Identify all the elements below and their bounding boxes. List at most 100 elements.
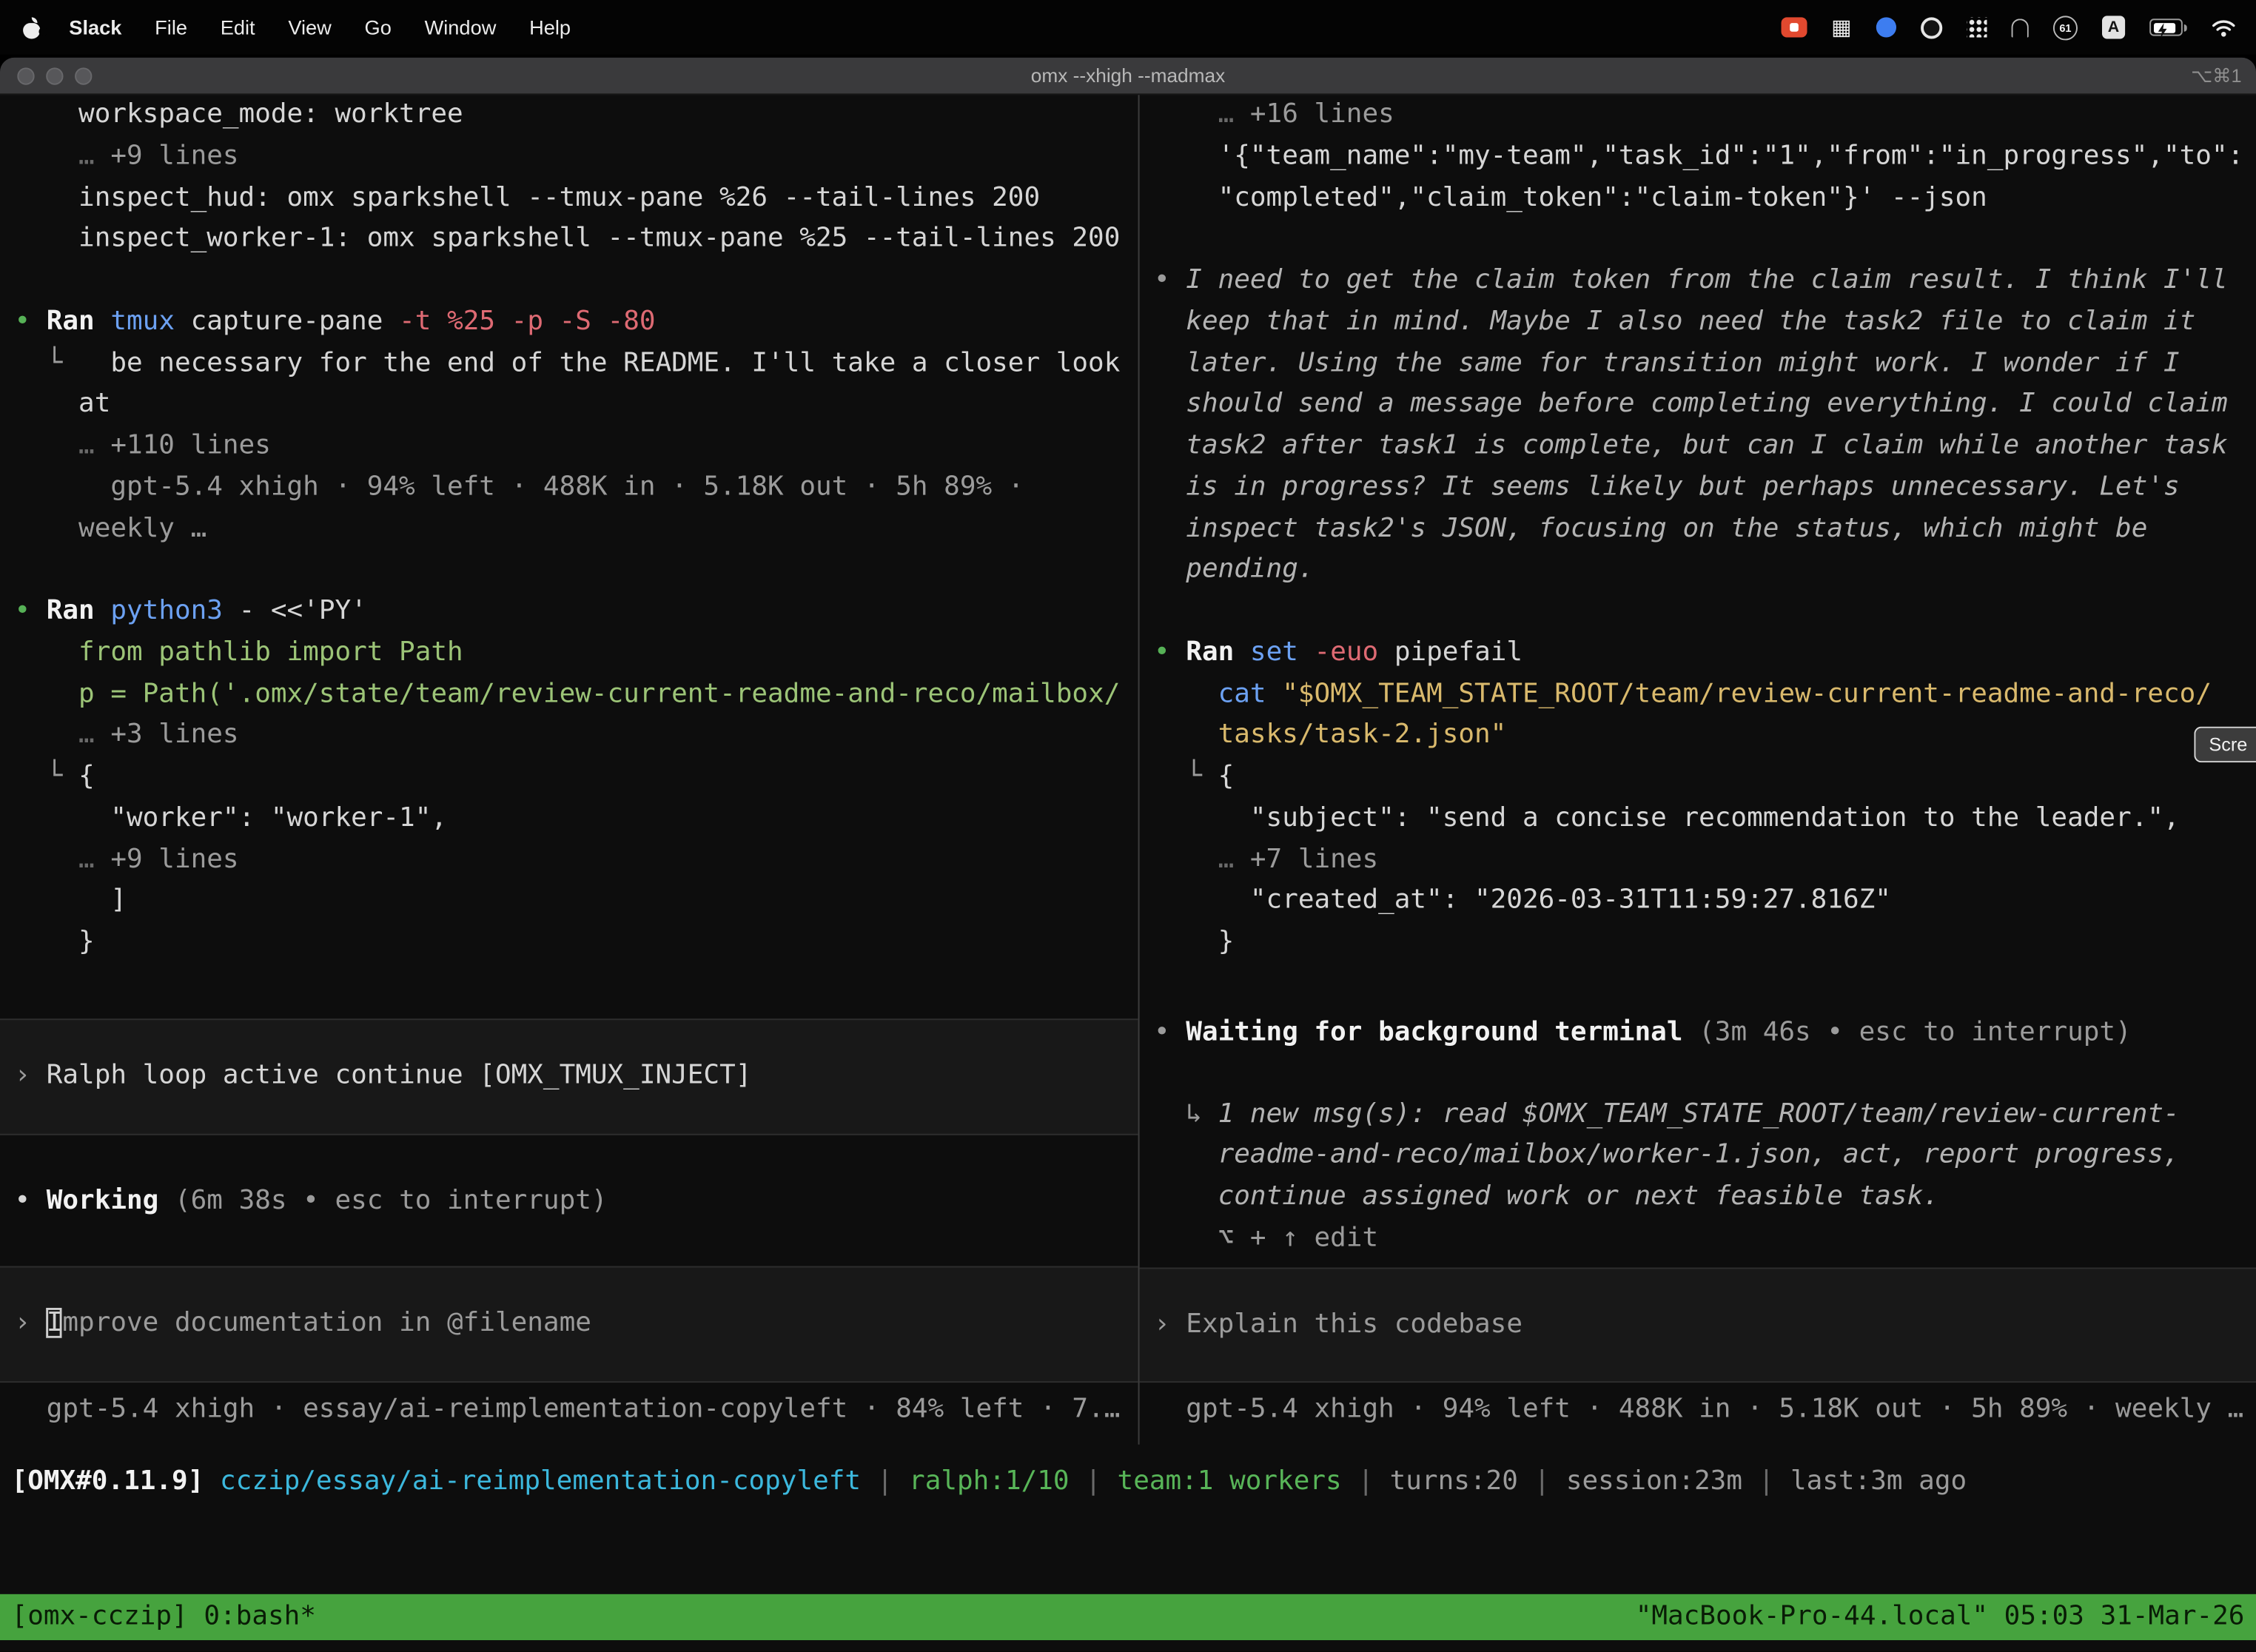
tmux-status-bar: [omx-cczip] 0:bash* "MacBook-Pro-44.loca… — [0, 1594, 2256, 1640]
terminal-line: at — [14, 385, 1124, 426]
terminal-line: ] — [14, 881, 1124, 922]
composer-input[interactable]: › Explain this codebase — [1140, 1267, 2256, 1383]
spacer — [14, 1135, 1124, 1181]
terminal-line: cat "$OMX_TEAM_STATE_ROOT/team/review-cu… — [1154, 674, 2242, 716]
terminal-line: ⌥ + ↑ edit — [1154, 1218, 2242, 1260]
terminal-line: weekly … — [14, 508, 1124, 550]
menubar: Slack File Edit View Go Window Help ▦ 61 A — [0, 0, 2256, 55]
tmux-host-clock: "MacBook-Pro-44.local" 05:03 31-Mar-26 — [1636, 1596, 2245, 1638]
wifi-icon[interactable] — [2212, 18, 2236, 36]
terminal-line — [1154, 591, 2242, 633]
omx-status-bar: [OMX#0.11.9] cczip/essay/ai-reimplementa… — [0, 1462, 2256, 1503]
terminal-line: from pathlib import Path — [14, 633, 1124, 674]
ralph-loop-banner: › Ralph loop active continue [OMX_TMUX_I… — [0, 1018, 1138, 1135]
terminal-line: pending. — [1154, 550, 2242, 591]
menu-item-window[interactable]: Window — [425, 16, 497, 38]
spacer — [14, 1222, 1124, 1266]
menubar-menus: File Edit View Go Window Help — [155, 16, 571, 38]
terminal-line: inspect_worker-1: omx sparkshell --tmux-… — [14, 219, 1124, 261]
terminal-line: … +16 lines — [1154, 95, 2242, 136]
terminal-line: … +7 lines — [1154, 839, 2242, 881]
terminal-line: } — [1154, 922, 2242, 964]
dark-circle-app-icon[interactable] — [1921, 16, 1942, 38]
terminal-line: '{"team_name":"my-team","task_id":"1","f… — [1154, 136, 2242, 178]
ghost-icon[interactable] — [2012, 18, 2029, 36]
terminal-line: … +110 lines — [14, 426, 1124, 467]
terminal-line: ↳ 1 new msg(s): read $OMX_TEAM_STATE_ROO… — [1154, 1094, 2242, 1135]
terminal-line: └ be necessary for the end of the README… — [14, 343, 1124, 385]
composer-input[interactable]: › Improve documentation in @filename — [0, 1266, 1138, 1383]
terminal-line: • Ran python3 - <<'PY' — [14, 591, 1124, 633]
menu-item-help[interactable]: Help — [529, 16, 571, 38]
input-source-letter: A — [2108, 19, 2119, 36]
terminal-line: tasks/task-2.json" — [1154, 716, 2242, 757]
tmux-pane-left[interactable]: workspace_mode: worktree … +9 lines insp… — [0, 95, 1138, 1470]
terminal-line: } — [14, 922, 1124, 964]
tmux-pane-right[interactable]: … +16 lines '{"team_name":"my-team","tas… — [1140, 95, 2256, 1470]
terminal-line — [14, 261, 1124, 302]
dots-grid-icon[interactable] — [1967, 17, 1987, 37]
terminal-line: continue assigned work or next feasible … — [1154, 1177, 2242, 1218]
terminal-line — [1154, 219, 2242, 261]
terminal-window: omx --xhigh --madmax ⌥⌘1 workspace_mode:… — [0, 58, 2256, 1652]
terminal-line: "created_at": "2026-03-31T11:59:27.816Z" — [1154, 881, 2242, 922]
input-source-icon[interactable]: A — [2102, 16, 2125, 38]
menubar-left: Slack File Edit View Go Window Help — [20, 15, 571, 39]
terminal-line: later. Using the same for transition mig… — [1154, 343, 2242, 385]
menubar-status-icons: ▦ 61 A — [1781, 15, 2236, 39]
terminal-line: "worker": "worker-1", — [14, 798, 1124, 839]
terminal-line: … +9 lines — [14, 136, 1124, 178]
gauge-icon[interactable]: 61 — [2053, 15, 2078, 39]
spacer — [14, 964, 1124, 1018]
spacer — [14, 1383, 1124, 1390]
terminal-line: "completed","claim_token":"claim-token"}… — [1154, 178, 2242, 219]
screen-overlay-tooltip: Scre — [2195, 727, 2256, 763]
blue-app-icon[interactable] — [1876, 17, 1896, 37]
gauge-value: 61 — [2059, 21, 2071, 33]
menu-item-edit[interactable]: Edit — [221, 16, 255, 38]
apple-menu-icon[interactable] — [20, 15, 43, 39]
tmux-session-window: [omx-cczip] 0:bash* — [12, 1596, 316, 1638]
terminal-line: "subject": "send a concise recommendatio… — [1154, 798, 2242, 839]
spacer — [1154, 964, 2242, 1013]
terminal-line: is in progress? It seems likely but perh… — [1154, 467, 2242, 508]
model-status-line: gpt-5.4 xhigh · 94% left · 488K in · 5.1… — [1154, 1390, 2242, 1431]
terminal-line: • I need to get the claim token from the… — [1154, 261, 2242, 302]
spacer — [1154, 1054, 2242, 1094]
terminal-line: workspace_mode: worktree — [14, 95, 1124, 136]
terminal-line: └ { — [14, 756, 1124, 798]
terminal-line: should send a message before completing … — [1154, 385, 2242, 426]
battery-icon[interactable] — [2149, 19, 2187, 36]
spacer — [1154, 1260, 2242, 1267]
screen: Slack File Edit View Go Window Help ▦ 61 A — [0, 0, 2256, 1652]
terminal-line: task2 after task1 is complete, but can I… — [1154, 426, 2242, 467]
terminal-line: … +9 lines — [14, 839, 1124, 881]
terminal-line: • Ran tmux capture-pane -t %25 -p -S -80 — [14, 302, 1124, 343]
terminal-line — [14, 550, 1124, 591]
terminal-line: keep that in mind. Maybe I also need the… — [1154, 302, 2242, 343]
working-status: • Working (6m 38s • esc to interrupt) — [14, 1181, 1124, 1222]
grid-icon[interactable]: ▦ — [1831, 16, 1852, 38]
menu-item-go[interactable]: Go — [365, 16, 392, 38]
menu-item-file[interactable]: File — [155, 16, 187, 38]
waiting-status: • Waiting for background terminal (3m 46… — [1154, 1013, 2242, 1054]
terminal-line: p = Path('.omx/state/team/review-current… — [14, 674, 1124, 716]
window-title: omx --xhigh --madmax — [0, 58, 2256, 95]
terminal-line: • Ran set -euo pipefail — [1154, 633, 2242, 674]
window-shortcut-hint: ⌥⌘1 — [2191, 58, 2241, 95]
menubar-app-name[interactable]: Slack — [69, 16, 121, 38]
window-titlebar[interactable]: omx --xhigh --madmax ⌥⌘1 — [0, 58, 2256, 95]
menu-item-view[interactable]: View — [288, 16, 331, 38]
screen-recording-indicator-icon[interactable] — [1781, 17, 1807, 37]
spacer — [1154, 1383, 2242, 1391]
model-status-line: gpt-5.4 xhigh · essay/ai-reimplementatio… — [14, 1390, 1124, 1431]
terminal-line: readme-and-reco/mailbox/worker-1.json, a… — [1154, 1135, 2242, 1177]
terminal-line: … +3 lines — [14, 716, 1124, 757]
terminal-line: └ { — [1154, 756, 2242, 798]
terminal-line: inspect_hud: omx sparkshell --tmux-pane … — [14, 178, 1124, 219]
terminal-line: inspect task2's JSON, focusing on the st… — [1154, 508, 2242, 550]
terminal-line: gpt-5.4 xhigh · 94% left · 488K in · 5.1… — [14, 467, 1124, 508]
terminal-content: workspace_mode: worktree … +9 lines insp… — [0, 95, 2256, 1651]
omx-status-line: [OMX#0.11.9] cczip/essay/ai-reimplementa… — [12, 1462, 2256, 1503]
charging-bolt-icon — [2157, 20, 2169, 46]
